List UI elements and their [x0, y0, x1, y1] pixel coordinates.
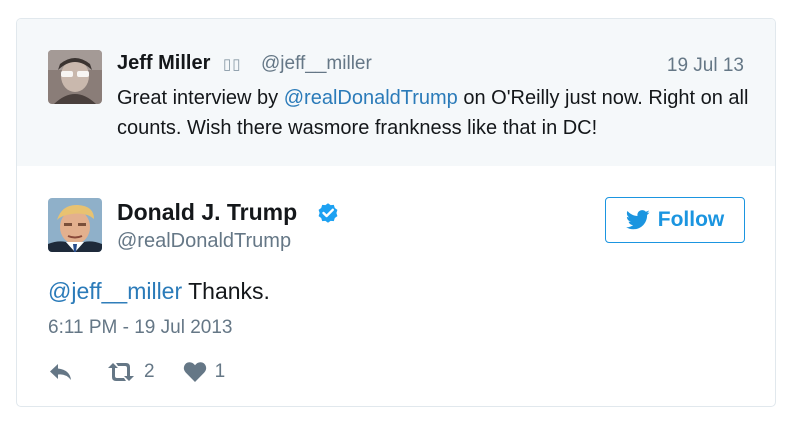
quoted-author-handle[interactable]: @jeff__miller [261, 53, 372, 75]
main-author-avatar[interactable] [48, 198, 102, 252]
quoted-text-start: Great interview by [117, 87, 284, 109]
main-author-handle[interactable]: @realDonaldTrump [117, 230, 291, 253]
retweet-icon [108, 363, 134, 381]
quoted-tweet[interactable]: Jeff Miller ▯▯ @jeff__miller 19 Jul 13 G… [17, 19, 775, 166]
mention-link-realdonaldtrump[interactable]: @realDonaldTrump [284, 87, 458, 109]
bird-icon [625, 210, 650, 230]
retweet-count: 2 [144, 361, 155, 382]
main-author-name[interactable]: Donald J. Trump [117, 199, 297, 226]
quoted-name-glyphs: ▯▯ [223, 56, 242, 73]
quoted-tweet-text: Great interview by @realDonaldTrump on O… [117, 83, 757, 143]
embedded-tweet-card: Jeff Miller ▯▯ @jeff__miller 19 Jul 13 G… [16, 18, 776, 407]
main-tweet-text: @jeff__miller Thanks. [48, 278, 270, 305]
heart-icon [183, 362, 206, 382]
reply-arrow-icon [50, 364, 71, 380]
tweet-actions: 2 1 [48, 359, 225, 385]
verified-badge-icon [318, 203, 338, 223]
like-button[interactable]: 1 [183, 361, 226, 383]
tweet-timestamp[interactable]: 6:11 PM - 19 Jul 2013 [48, 317, 232, 339]
main-text-body: Thanks. [182, 278, 270, 304]
quoted-author-avatar[interactable] [48, 50, 102, 104]
quoted-author-name[interactable]: Jeff Miller [117, 52, 210, 75]
retweet-button[interactable]: 2 [106, 361, 155, 383]
follow-button[interactable]: Follow [605, 197, 745, 243]
mention-link-jeff-miller[interactable]: @jeff__miller [48, 278, 182, 304]
follow-button-label: Follow [657, 208, 725, 231]
like-count: 1 [214, 361, 226, 382]
reply-button[interactable] [48, 362, 76, 382]
quoted-tweet-date[interactable]: 19 Jul 13 [667, 55, 744, 77]
